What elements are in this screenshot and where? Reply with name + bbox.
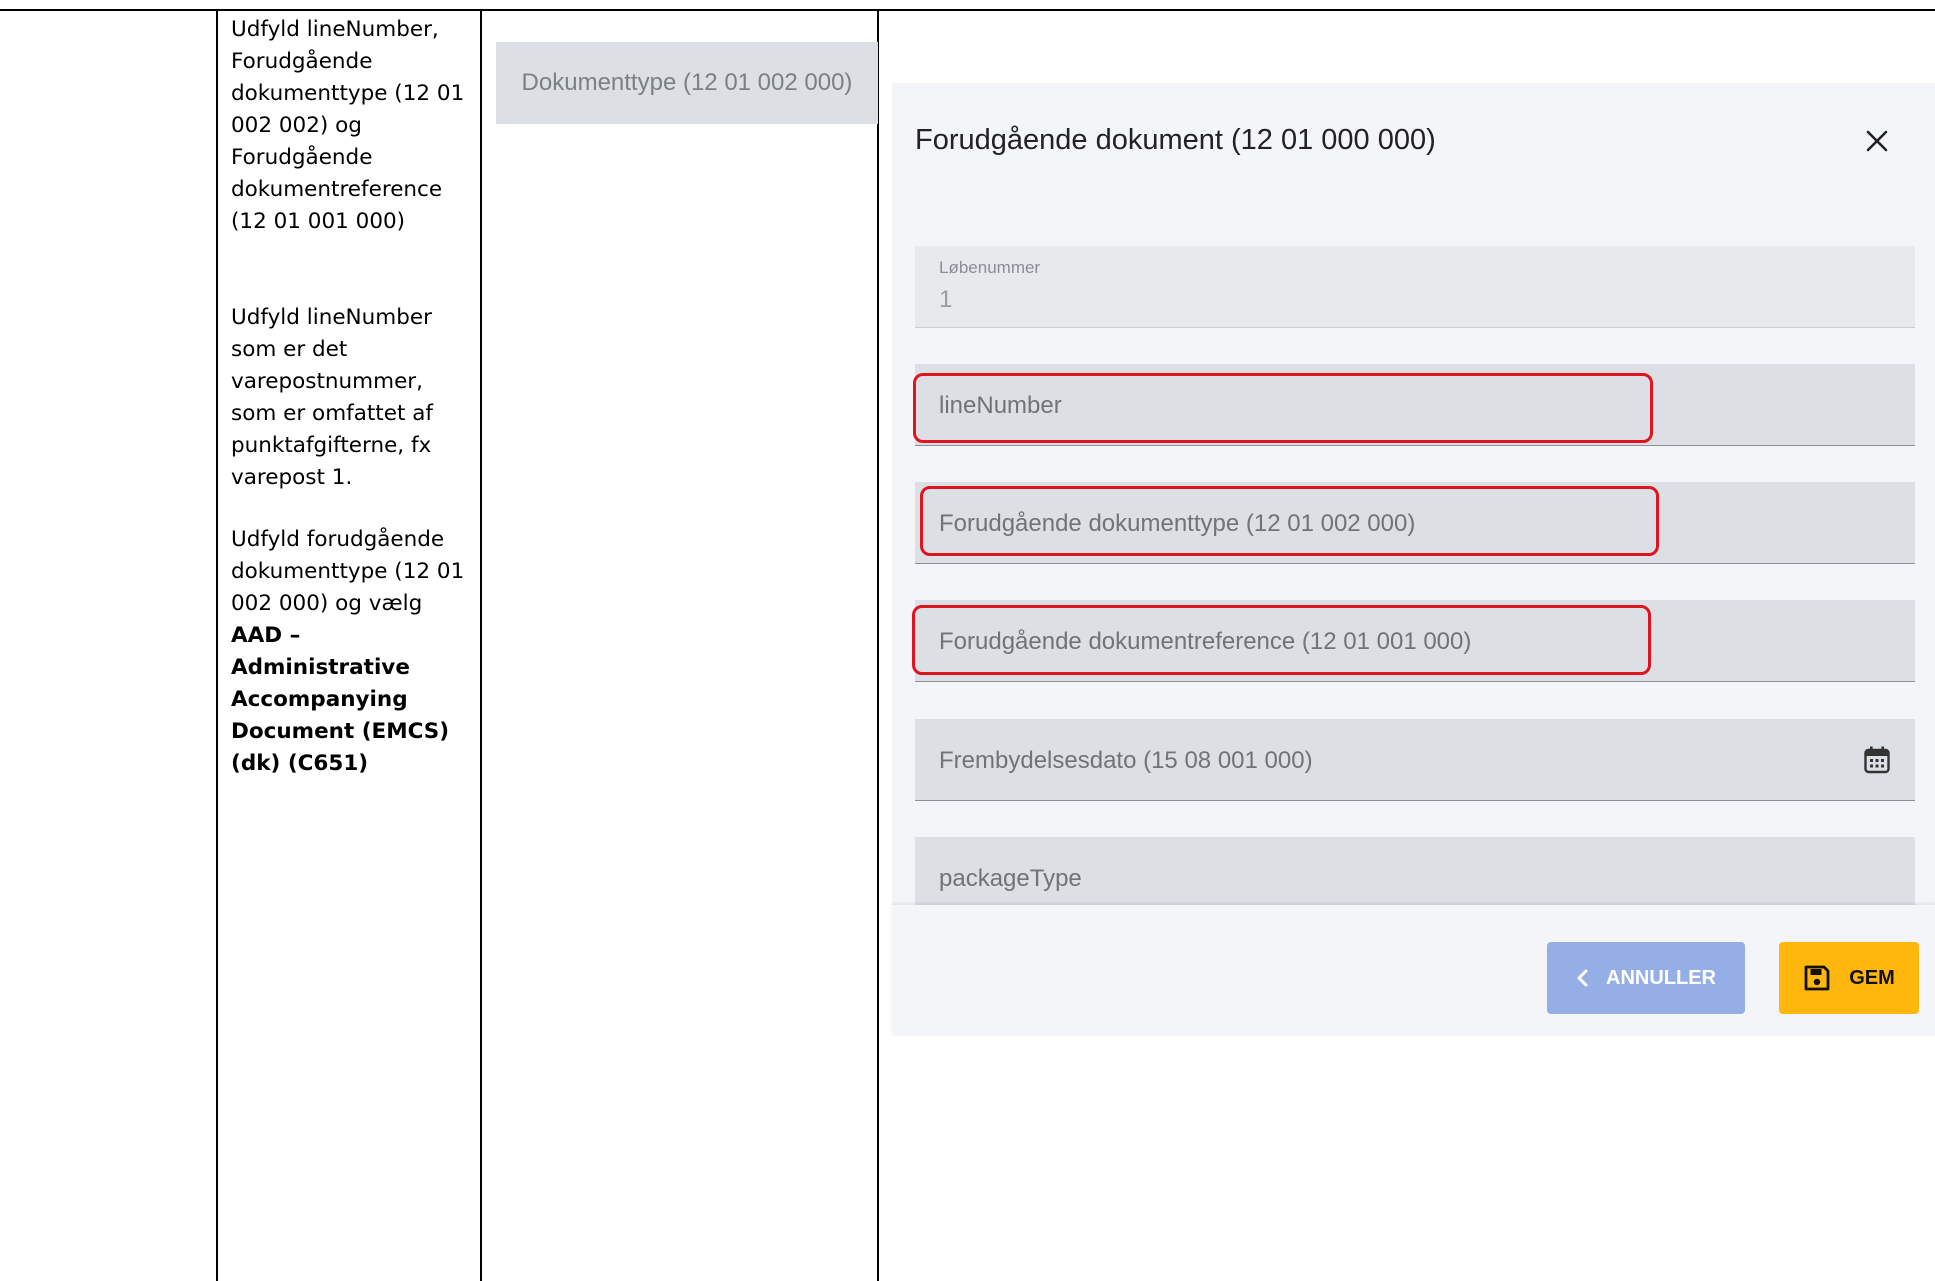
running-number-value: 1: [939, 286, 953, 313]
cancel-button[interactable]: ANNULLER: [1547, 942, 1745, 1014]
close-icon[interactable]: [1859, 123, 1895, 159]
presentation-date-label: Frembydelsesdato (15 08 001 000): [939, 747, 1313, 774]
highlight-line-number: [913, 373, 1653, 443]
instruction-paragraph-1: Udfyld lineNumber, Forudgående dokumentt…: [231, 17, 465, 234]
chevron-left-icon: [1576, 969, 1588, 987]
instruction-paragraph-2: Udfyld lineNumber som er det varepostnum…: [231, 305, 433, 490]
previous-document-dialog: Forudgående dokument (12 01 000 000) Løb…: [892, 83, 1935, 1036]
instruction-text-cell: Udfyld lineNumber, Forudgående dokumentt…: [231, 14, 471, 780]
dialog-title: Forudgående dokument (12 01 000 000): [915, 124, 1436, 156]
table-top-border: [0, 9, 1935, 11]
instruction-paragraph-3-text: Udfyld forudgående dokumenttype (12 01 0…: [231, 527, 465, 616]
instruction-paragraph-3: Udfyld forudgående dokumenttype (12 01 0…: [231, 524, 471, 780]
save-button[interactable]: GEM: [1779, 942, 1919, 1014]
save-button-label: GEM: [1849, 966, 1895, 989]
calendar-icon[interactable]: [1863, 745, 1891, 775]
instruction-choice-bold: AAD – Administrative Accompanying Docume…: [231, 623, 450, 776]
table-column-divider: [216, 10, 218, 1281]
document-type-field[interactable]: Dokumenttype (12 01 002 000): [496, 42, 878, 124]
package-type-label: packageType: [939, 865, 1082, 892]
dialog-footer: ANNULLER GEM: [892, 905, 1935, 1036]
table-column-divider: [877, 10, 879, 1281]
running-number-label: Løbenummer: [939, 258, 1041, 277]
floppy-disk-icon: [1803, 964, 1831, 992]
highlight-document-reference: [912, 605, 1651, 675]
running-number-field: Løbenummer 1: [915, 246, 1915, 328]
presentation-date-input[interactable]: Frembydelsesdato (15 08 001 000): [915, 719, 1915, 801]
table-column-divider: [480, 10, 482, 1281]
highlight-document-type: [920, 486, 1659, 556]
cancel-button-label: ANNULLER: [1606, 966, 1716, 989]
